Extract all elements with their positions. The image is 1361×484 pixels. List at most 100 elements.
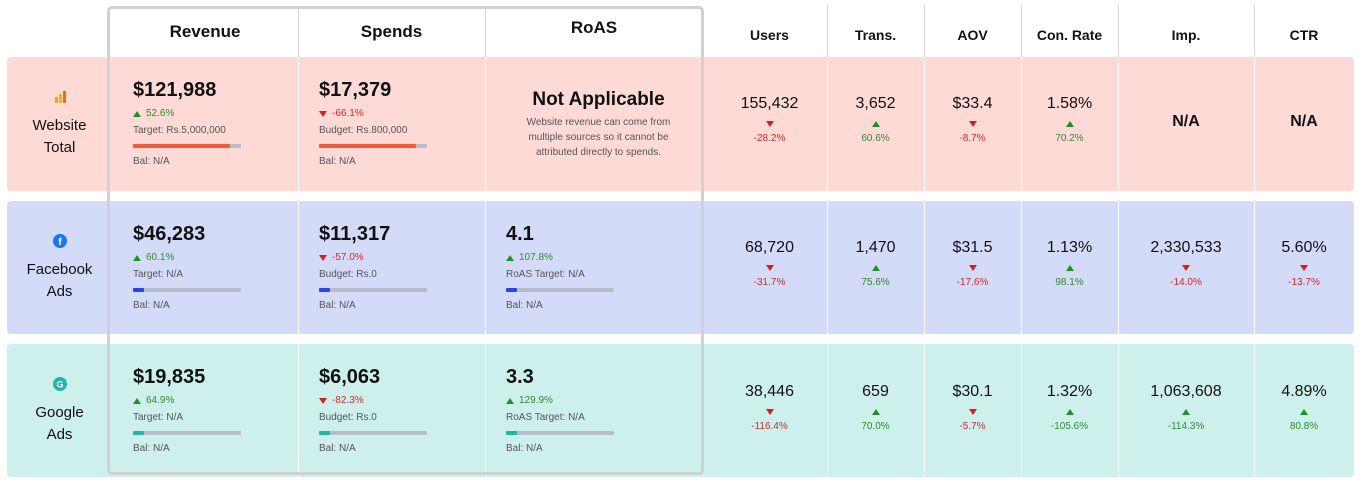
row-label-line1: Facebook <box>26 260 93 278</box>
conrate-value: 1.58% <box>1046 95 1093 112</box>
spends-change: -82.3% <box>319 395 427 406</box>
cell-facebook-revenue: $46,283 60.1% Target: N/A Bal: N/A <box>133 223 241 311</box>
revenue-balance: Bal: N/A <box>133 443 170 454</box>
cell-facebook-roas: 4.1 107.8% RoAS Target: N/A Bal: N/A <box>506 223 614 311</box>
arrow-up-icon <box>133 110 141 117</box>
conrate-change: -105.6% <box>1050 421 1089 432</box>
progress-fill <box>133 144 231 148</box>
imp-change: -114.3% <box>1167 421 1205 432</box>
revenue-target: Target: N/A <box>133 269 184 280</box>
cell-google-roas: 3.3 129.9% RoAS Target: N/A Bal: N/A <box>506 366 614 454</box>
arrow-up-icon <box>1182 409 1190 415</box>
spends-balance: Bal: N/A <box>319 156 356 167</box>
revenue-target: Target: Rs.5,000,000 <box>133 125 226 136</box>
column-divider <box>924 57 925 477</box>
aov-value: $30.1 <box>952 383 993 400</box>
users-change: -31.7% <box>753 277 786 288</box>
header-divider <box>1118 5 1119 57</box>
revenue-change: 64.9% <box>133 395 241 406</box>
metric-website-users: 155,432 -28.2% <box>712 95 827 144</box>
facebook-icon: f <box>52 233 67 255</box>
header-divider <box>827 5 828 57</box>
header-divider <box>1021 5 1022 57</box>
revenue-value: $19,835 <box>133 366 206 388</box>
imp-value: 2,330,533 <box>1150 239 1222 256</box>
arrow-down-icon <box>319 110 327 117</box>
arrow-down-icon <box>319 397 327 404</box>
metric-website-imp: N/A <box>1118 113 1254 131</box>
roas-na-title: Not Applicable <box>532 89 665 110</box>
ctr-value: 5.60% <box>1281 239 1327 256</box>
metric-website-trans: 3,652 60.6% <box>827 95 924 144</box>
revenue-progress-bar <box>133 431 241 435</box>
metric-facebook-users: 68,720 -31.7% <box>712 239 827 288</box>
conrate-value: 1.32% <box>1046 383 1093 400</box>
arrow-up-icon <box>1065 409 1074 415</box>
arrow-up-icon <box>506 397 514 404</box>
progress-fill <box>506 431 517 435</box>
metric-google-users: 38,446 -116.4% <box>712 383 827 432</box>
users-value: 68,720 <box>745 239 794 256</box>
metric-google-imp: 1,063,608 -114.3% <box>1118 383 1254 432</box>
users-change: -28.2% <box>753 133 786 144</box>
conrate-change: 70.2% <box>1055 133 1084 144</box>
metric-facebook-conrate: 1.13% 98.1% <box>1021 239 1118 288</box>
header-divider <box>1254 5 1255 57</box>
revenue-value: $121,988 <box>133 79 217 101</box>
metric-website-aov: $33.4 -8.7% <box>924 95 1021 144</box>
spends-budget: Budget: Rs.800,000 <box>319 125 408 136</box>
analytics-bar-icon <box>53 89 67 111</box>
revenue-value: $46,283 <box>133 223 206 245</box>
conrate-value: 1.13% <box>1046 239 1093 256</box>
arrow-up-icon <box>1065 265 1074 271</box>
roas-balance: Bal: N/A <box>506 300 543 311</box>
trans-change: 75.6% <box>861 277 890 288</box>
ctr-value: N/A <box>1290 113 1318 130</box>
arrow-up-icon <box>1065 121 1074 127</box>
imp-value: 1,063,608 <box>1150 383 1222 400</box>
cell-website-spends: $17,379 -66.1% Budget: Rs.800,000 Bal: N… <box>319 79 427 167</box>
header-spends: Spends <box>360 22 423 41</box>
roas-target: RoAS Target: N/A <box>506 269 585 280</box>
ctr-value: 4.89% <box>1281 383 1327 400</box>
column-divider <box>1021 57 1022 477</box>
progress-fill <box>319 288 330 292</box>
revenue-progress-bar <box>133 288 241 292</box>
arrow-up-icon <box>133 254 141 261</box>
spends-value: $17,379 <box>319 79 392 101</box>
revenue-target: Target: N/A <box>133 412 184 423</box>
revenue-balance: Bal: N/A <box>133 156 170 167</box>
metric-google-trans: 659 70.0% <box>827 383 924 432</box>
arrow-down-icon <box>765 409 774 415</box>
metric-google-ctr: 4.89% 80.8% <box>1254 383 1354 432</box>
column-divider <box>298 57 299 477</box>
metric-facebook-ctr: 5.60% -13.7% <box>1254 239 1354 288</box>
row-label-google: G Google Ads <box>7 344 112 477</box>
arrow-up-icon <box>506 254 514 261</box>
aov-value: $31.5 <box>952 239 993 256</box>
arrow-up-icon <box>871 121 880 127</box>
revenue-change: 60.1% <box>133 252 241 263</box>
column-divider <box>485 57 486 477</box>
arrow-down-icon <box>968 121 977 127</box>
roas-change: 107.8% <box>506 252 614 263</box>
row-label-line2: Ads <box>46 425 73 443</box>
arrow-up-icon <box>871 409 880 415</box>
header-imp: Imp. <box>1171 27 1201 43</box>
spends-budget: Budget: Rs.0 <box>319 412 377 423</box>
column-divider <box>1118 57 1119 477</box>
metric-facebook-imp: 2,330,533 -14.0% <box>1118 239 1254 288</box>
spends-balance: Bal: N/A <box>319 300 356 311</box>
roas-progress-bar <box>506 431 614 435</box>
row-label-website: Website Total <box>7 57 112 191</box>
spends-progress-bar <box>319 144 427 148</box>
roas-not-applicable: Not Applicable Website revenue can come … <box>486 89 711 160</box>
spends-change: -66.1% <box>319 108 427 119</box>
metric-facebook-trans: 1,470 75.6% <box>827 239 924 288</box>
trans-change: 70.0% <box>861 421 890 432</box>
trans-value: 3,652 <box>855 95 896 112</box>
revenue-balance: Bal: N/A <box>133 300 170 311</box>
users-change: -116.4% <box>751 421 788 432</box>
roas-change: 129.9% <box>506 395 614 406</box>
progress-fill <box>506 288 517 292</box>
